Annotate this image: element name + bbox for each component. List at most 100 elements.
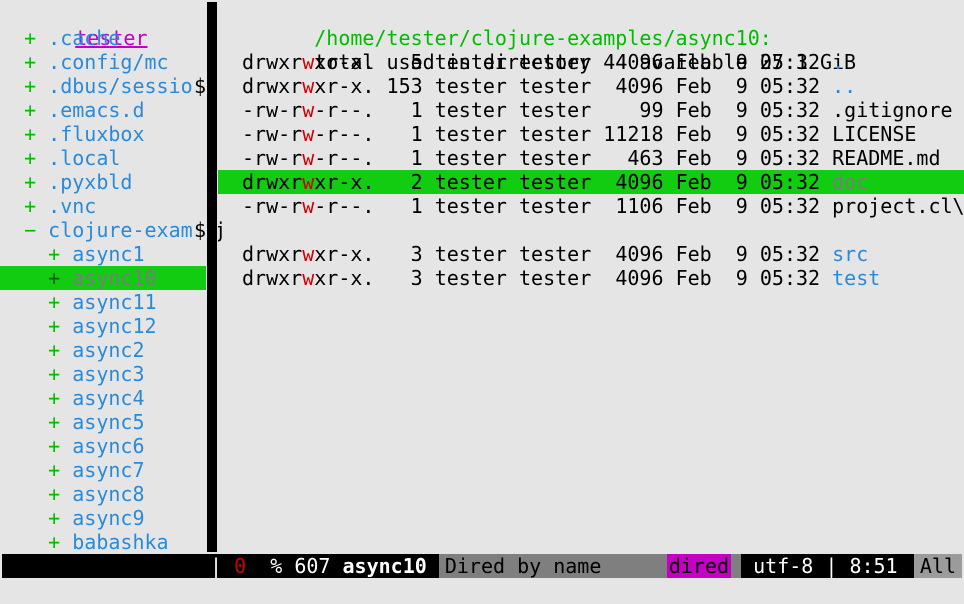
tree-item[interactable]: + babashka: [0, 530, 206, 552]
tree-item-name[interactable]: .pyxbld: [48, 170, 132, 194]
tree-item-name[interactable]: .vnc: [48, 194, 96, 218]
tree-expand-marker[interactable]: +: [0, 98, 48, 122]
tree-item-name[interactable]: .config/mc: [48, 50, 168, 74]
window-divider[interactable]: [207, 2, 217, 552]
dir-tree-pane[interactable]: tester + .cache + .config/mc + .dbus/ses…: [0, 2, 206, 552]
tree-item[interactable]: + .config/mc: [0, 50, 206, 74]
tree-item[interactable]: + .pyxbld: [0, 170, 206, 194]
tree-item-name[interactable]: async9: [72, 506, 144, 530]
dired-entry[interactable]: -rw-rw-r--. 1 tester tester 99 Feb 9 05:…: [218, 98, 964, 122]
tree-item[interactable]: − clojure-exam $: [0, 218, 206, 242]
buffer-name[interactable]: async10: [343, 554, 427, 578]
tree-expand-marker[interactable]: +: [0, 362, 72, 386]
tree-item-name[interactable]: .cache: [48, 26, 120, 50]
tree-expand-marker[interactable]: +: [0, 146, 48, 170]
perm-group-write: w: [302, 50, 315, 74]
dired-entry[interactable]: drwxrwxr-x. 3 tester tester 4096 Feb 9 0…: [218, 242, 964, 266]
dir-name[interactable]: .: [832, 50, 844, 74]
tree-expand-marker[interactable]: +: [0, 50, 48, 74]
tree-expand-marker[interactable]: +: [0, 530, 72, 552]
file-name[interactable]: .gitignore: [832, 98, 952, 122]
tree-item[interactable]: + .vnc: [0, 194, 206, 218]
tree-item-name[interactable]: async3: [72, 362, 144, 386]
tree-item-name[interactable]: .fluxbox: [48, 122, 144, 146]
file-name[interactable]: LICENSE: [832, 122, 916, 146]
tree-expand-marker[interactable]: +: [0, 458, 72, 482]
file-name[interactable]: project.cl\: [832, 194, 964, 218]
tree-expand-marker[interactable]: +: [0, 482, 72, 506]
tree-item[interactable]: + async1: [0, 242, 206, 266]
encoding-and-time: utf-8 | 8:51: [753, 554, 898, 578]
tree-item-name[interactable]: async5: [72, 410, 144, 434]
tree-expand-marker[interactable]: +: [0, 122, 48, 146]
tree-expand-marker[interactable]: +: [0, 194, 48, 218]
tree-item-name[interactable]: async10: [72, 266, 156, 290]
tree-item[interactable]: + .local: [0, 146, 206, 170]
tree-item[interactable]: + async9: [0, 506, 206, 530]
tree-item[interactable]: + async6: [0, 434, 206, 458]
tree-item-name[interactable]: async2: [72, 338, 144, 362]
tree-item[interactable]: + async12: [0, 314, 206, 338]
tree-item-name[interactable]: .emacs.d: [48, 98, 144, 122]
perm-prefix: drwxr: [242, 266, 303, 290]
major-mode-desc[interactable]: Dired by name: [438, 554, 667, 578]
tree-item[interactable]: + async8: [0, 482, 206, 506]
perm-group-write: w: [302, 266, 315, 290]
month: Feb: [675, 266, 712, 290]
tree-expand-marker[interactable]: +: [0, 314, 72, 338]
tree-expand-marker[interactable]: +: [0, 386, 72, 410]
tree-item[interactable]: + async7: [0, 458, 206, 482]
tree-expand-marker[interactable]: +: [0, 74, 48, 98]
file-name[interactable]: README.md: [832, 146, 940, 170]
tree-expand-marker[interactable]: −: [0, 218, 48, 242]
tree-expand-marker[interactable]: +: [0, 338, 72, 362]
tree-item[interactable]: + async3: [0, 362, 206, 386]
tree-item-name[interactable]: async7: [72, 458, 144, 482]
tree-expand-marker[interactable]: +: [0, 242, 72, 266]
tree-item[interactable]: + .dbus/sessio $: [0, 74, 206, 98]
dired-entry[interactable]: -rw-rw-r--. 1 tester tester 463 Feb 9 05…: [218, 146, 964, 170]
tree-item-name[interactable]: .dbus/sessio: [48, 74, 193, 98]
dired-entry[interactable]: -rw-rw-r--. 1 tester tester 1106 Feb 9 0…: [218, 194, 964, 218]
dir-name[interactable]: ..: [832, 74, 856, 98]
dir-name[interactable]: src: [832, 242, 868, 266]
tree-item[interactable]: + async4: [0, 386, 206, 410]
mode-line-left: [2, 554, 210, 578]
tree-item-name[interactable]: .local: [48, 146, 120, 170]
link-count: 2: [386, 170, 423, 194]
mode-tag-dired[interactable]: dired: [666, 554, 732, 578]
perm-group-write: w: [302, 74, 315, 98]
tree-item-name[interactable]: async12: [72, 314, 156, 338]
tree-item-name[interactable]: async6: [72, 434, 144, 458]
tree-expand-marker[interactable]: +: [0, 434, 72, 458]
tree-expand-marker[interactable]: +: [0, 410, 72, 434]
tree-item-name[interactable]: babashka: [72, 530, 168, 552]
tree-root[interactable]: tester: [0, 2, 206, 50]
tree-item[interactable]: + async2: [0, 338, 206, 362]
owner: tester: [434, 74, 507, 98]
dired-entry[interactable]: drwxrwxr-x. 2 tester tester 4096 Feb 9 0…: [218, 170, 964, 194]
tree-item[interactable]: + async11: [0, 290, 206, 314]
dired-entry[interactable]: drwxrwxr-x. 153 tester tester 4096 Feb 9…: [218, 74, 964, 98]
tree-item[interactable]: + async5: [0, 410, 206, 434]
tree-item[interactable]: + async10: [0, 266, 206, 290]
dired-entry[interactable]: -rw-rw-r--. 1 tester tester 11218 Feb 9 …: [218, 122, 964, 146]
tree-expand-marker[interactable]: +: [0, 266, 72, 290]
tree-item-name[interactable]: async11: [72, 290, 156, 314]
tree-item-name[interactable]: clojure-exam: [48, 218, 193, 242]
tree-expand-marker[interactable]: +: [0, 170, 48, 194]
tree-expand-marker[interactable]: +: [0, 26, 48, 50]
dir-name[interactable]: test: [832, 266, 880, 290]
dir-name[interactable]: doc: [832, 170, 868, 194]
tree-expand-marker[interactable]: +: [0, 290, 72, 314]
dired-entry[interactable]: drwxrwxr-x. 3 tester tester 4096 Feb 9 0…: [218, 266, 964, 290]
perm-suffix: xr-x.: [314, 170, 375, 194]
tree-item[interactable]: + .cache: [0, 26, 206, 50]
tree-item-name[interactable]: async1: [72, 242, 144, 266]
tree-item-name[interactable]: async4: [72, 386, 144, 410]
tree-expand-marker[interactable]: +: [0, 506, 72, 530]
tree-item[interactable]: + .emacs.d: [0, 98, 206, 122]
dired-pane[interactable]: /home/tester/clojure-examples/async10: t…: [218, 2, 964, 552]
tree-item-name[interactable]: async8: [72, 482, 144, 506]
tree-item[interactable]: + .fluxbox: [0, 122, 206, 146]
